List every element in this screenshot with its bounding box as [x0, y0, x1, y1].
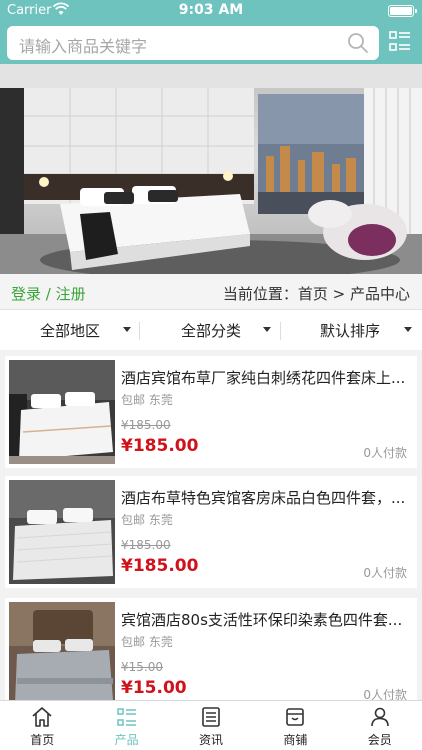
- filter-region[interactable]: 全部地区: [0, 310, 140, 350]
- hotel-room-banner[interactable]: [0, 64, 422, 274]
- status-time: 9:03 AM: [178, 2, 244, 18]
- product-image[interactable]: [9, 360, 115, 464]
- shipping-tag: 包邮: [121, 393, 146, 407]
- home-icon: [32, 707, 52, 727]
- header: Carrier 9:03 AM 请输入商品关键字: [0, 0, 422, 64]
- tab-news[interactable]: 资讯: [169, 701, 253, 750]
- tab-store-label: 商铺: [283, 733, 308, 747]
- product-city: 东莞: [148, 393, 173, 407]
- tab-products-label: 产品: [114, 733, 139, 747]
- banner-image: [0, 64, 422, 274]
- filter-category[interactable]: 全部分类: [141, 310, 281, 350]
- breadcrumb-bar: 登录 / 注册 当前位置：首页 > 产品中心: [0, 274, 422, 310]
- filter-region-label: 全部地区: [40, 322, 101, 340]
- list-icon: [116, 708, 136, 726]
- breadcrumb: 当前位置：首页 > 产品中心: [222, 285, 410, 303]
- original-price: ¥15.00: [121, 660, 163, 674]
- tab-member-label: 会员: [367, 733, 392, 747]
- original-price: ¥185.00: [121, 418, 171, 432]
- tab-store[interactable]: 商铺: [253, 701, 337, 750]
- product-title[interactable]: 酒店布草特色宾馆客房床品白色四件套，...: [121, 487, 413, 508]
- product-card[interactable]: 酒店布草特色宾馆客房床品白色四件套，... 包邮 东莞 ¥185.00 ¥185…: [5, 476, 417, 588]
- product-card[interactable]: 酒店宾馆布草厂家纯白刺绣花四件套床上... 包邮 东莞 ¥185.00 ¥185…: [5, 356, 417, 468]
- search-placeholder: 请输入商品关键字: [19, 37, 148, 56]
- tab-home-label: 首页: [30, 733, 55, 747]
- status-bar: Carrier 9:03 AM: [0, 0, 422, 22]
- filter-divider: [280, 322, 281, 340]
- product-city: 东莞: [148, 513, 173, 527]
- shipping-tag: 包邮: [121, 513, 146, 527]
- category-menu-icon[interactable]: [388, 30, 412, 54]
- search-icon[interactable]: [347, 32, 369, 54]
- product-meta: 包邮 东莞: [121, 391, 173, 408]
- tab-member[interactable]: 会员: [338, 701, 422, 750]
- product-image[interactable]: [9, 602, 115, 706]
- product-meta: 包邮 东莞: [121, 511, 173, 528]
- bottom-tab-bar: 首页 产品 资讯 商铺 会员: [0, 700, 422, 750]
- product-meta: 包邮 东莞: [121, 633, 173, 650]
- shipping-tag: 包邮: [121, 635, 146, 649]
- battery-icon: [388, 5, 417, 17]
- product-city: 东莞: [148, 635, 173, 649]
- sale-price: ¥15.00: [121, 678, 187, 698]
- chevron-down-icon: [404, 327, 412, 332]
- tab-products[interactable]: 产品: [84, 701, 168, 750]
- original-price: ¥185.00: [121, 538, 171, 552]
- sale-price: ¥185.00: [121, 436, 199, 456]
- payment-count: 0人付款: [363, 446, 407, 460]
- sale-price: ¥185.00: [121, 556, 199, 576]
- tab-news-label: 资讯: [198, 733, 223, 747]
- chevron-down-icon: [263, 327, 271, 332]
- filter-bar: 全部地区 全部分类 默认排序: [0, 310, 422, 350]
- payment-count: 0人付款: [363, 566, 407, 580]
- chevron-down-icon: [123, 327, 131, 332]
- login-register-link[interactable]: 登录 / 注册: [11, 283, 86, 304]
- tab-home[interactable]: 首页: [0, 701, 84, 750]
- filter-sort[interactable]: 默认排序: [282, 310, 422, 350]
- filter-sort-label: 默认排序: [320, 322, 381, 340]
- product-image[interactable]: [9, 480, 115, 584]
- product-card[interactable]: 宾馆酒店80s支活性环保印染素色四件套... 包邮 东莞 ¥15.00 ¥15.…: [5, 598, 417, 710]
- product-title[interactable]: 酒店宾馆布草厂家纯白刺绣花四件套床上...: [121, 367, 413, 388]
- news-icon: [202, 707, 220, 727]
- search-input[interactable]: 请输入商品关键字: [7, 26, 379, 60]
- filter-divider: [139, 322, 140, 340]
- store-icon: [286, 708, 305, 726]
- user-icon: [370, 707, 389, 727]
- product-title[interactable]: 宾馆酒店80s支活性环保印染素色四件套...: [121, 609, 413, 630]
- filter-category-label: 全部分类: [181, 322, 242, 340]
